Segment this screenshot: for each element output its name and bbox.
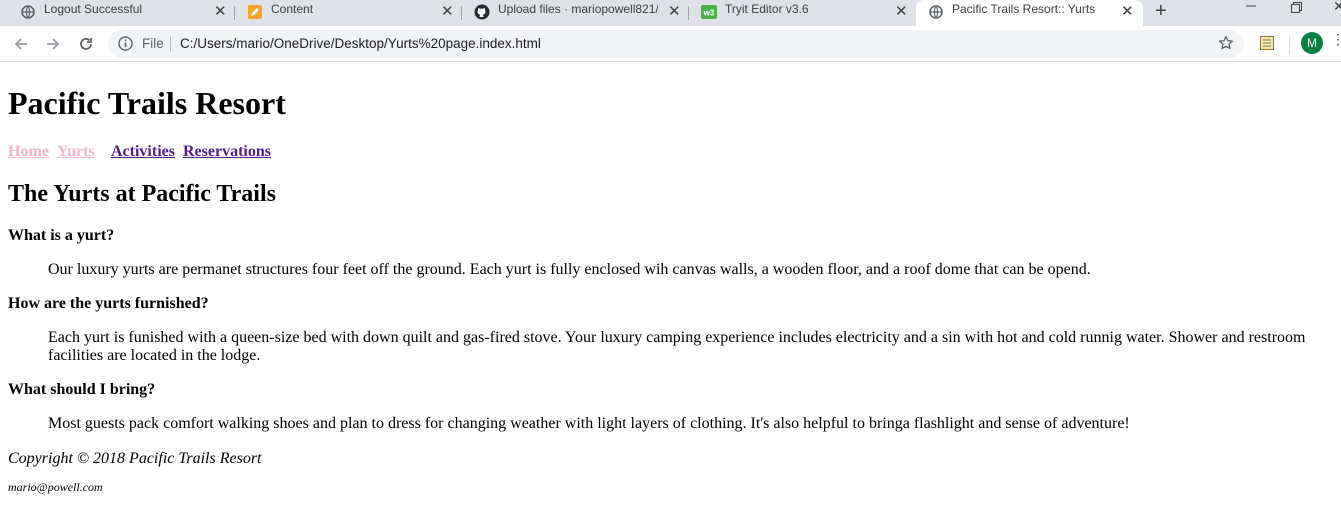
close-icon[interactable]: ✕ <box>895 3 908 21</box>
faq-answer: Our luxury yurts are permanet structures… <box>48 261 1091 278</box>
faq-list: What is a yurt? Our luxury yurts are per… <box>8 227 1333 449</box>
copyright-text: Copyright © 2018 Pacific Trails Resort <box>8 450 262 467</box>
url-text[interactable]: C:/Users/mario/OneDrive/Desktop/Yurts%20… <box>180 36 541 51</box>
forward-icon[interactable] <box>42 33 64 55</box>
nav-link-home[interactable]: Home <box>8 143 49 161</box>
menu-icon[interactable]: ⋮ <box>1331 31 1341 48</box>
tab-content[interactable]: Content ✕ <box>235 0 461 26</box>
close-icon[interactable]: ✕ <box>441 3 454 21</box>
reload-icon[interactable] <box>75 33 97 55</box>
close-window-icon[interactable]: ✕ <box>1333 0 1341 15</box>
address-bar[interactable]: File C:/Users/mario/OneDrive/Desktop/Yur… <box>108 30 1244 58</box>
tab-title: Tryit Editor v3.6 <box>725 2 809 16</box>
back-icon[interactable] <box>10 33 32 55</box>
nav-link-yurts[interactable]: Yurts <box>57 143 95 161</box>
nav-link-reservations[interactable]: Reservations <box>183 143 271 161</box>
globe-icon <box>928 4 944 20</box>
faq-question: What is a yurt? <box>8 227 115 244</box>
reading-list-icon[interactable] <box>1259 35 1275 56</box>
tab-strip: Logout Successful ✕ Content ✕ Upload fil… <box>0 0 1341 26</box>
contact-email: mario@powell.com <box>8 480 103 494</box>
w3schools-icon: w3 <box>701 4 717 20</box>
tab-logout-successful[interactable]: Logout Successful ✕ <box>8 0 234 26</box>
new-tab-button[interactable]: + <box>1155 0 1167 22</box>
tab-pacific-trails-yurts[interactable]: Pacific Trails Resort:: Yurts ✕ <box>916 0 1143 26</box>
address-divider <box>170 36 171 52</box>
github-icon <box>474 4 490 20</box>
tab-tryit-editor[interactable]: w3 Tryit Editor v3.6 ✕ <box>689 0 915 26</box>
info-icon[interactable] <box>118 36 133 56</box>
faq-answer: Each yurt is funished with a queen-size … <box>48 329 1306 364</box>
tab-upload-files[interactable]: Upload files · mariopowell821/ ✕ <box>462 0 688 26</box>
svg-text:w3: w3 <box>703 9 715 18</box>
profile-avatar[interactable]: M <box>1301 32 1323 54</box>
nav-link-activities[interactable]: Activities <box>111 143 175 161</box>
close-icon[interactable]: ✕ <box>1121 3 1134 21</box>
globe-icon <box>20 4 36 20</box>
page-heading: The Yurts at Pacific Trails <box>8 181 276 207</box>
minimize-icon[interactable] <box>1246 0 1256 15</box>
faq-answer: Most guests pack comfort walking shoes a… <box>48 415 1130 432</box>
scheme-label: File <box>142 36 164 51</box>
faq-question: What should I bring? <box>8 381 156 398</box>
pencil-icon <box>247 4 263 20</box>
tab-title: Pacific Trails Resort:: Yurts <box>952 2 1096 16</box>
tab-title: Logout Successful <box>44 2 143 16</box>
site-title: Pacific Trails Resort <box>8 85 286 121</box>
star-icon[interactable] <box>1218 35 1234 56</box>
close-icon[interactable]: ✕ <box>214 3 227 21</box>
toolbar-divider <box>1289 36 1290 54</box>
faq-question: How are the yurts furnished? <box>8 295 209 312</box>
restore-icon[interactable] <box>1291 1 1302 16</box>
close-icon[interactable]: ✕ <box>668 3 681 21</box>
tab-title: Upload files · mariopowell821/ <box>498 2 658 16</box>
browser-toolbar: File C:/Users/mario/OneDrive/Desktop/Yur… <box>0 26 1341 62</box>
tab-title: Content <box>271 2 314 16</box>
